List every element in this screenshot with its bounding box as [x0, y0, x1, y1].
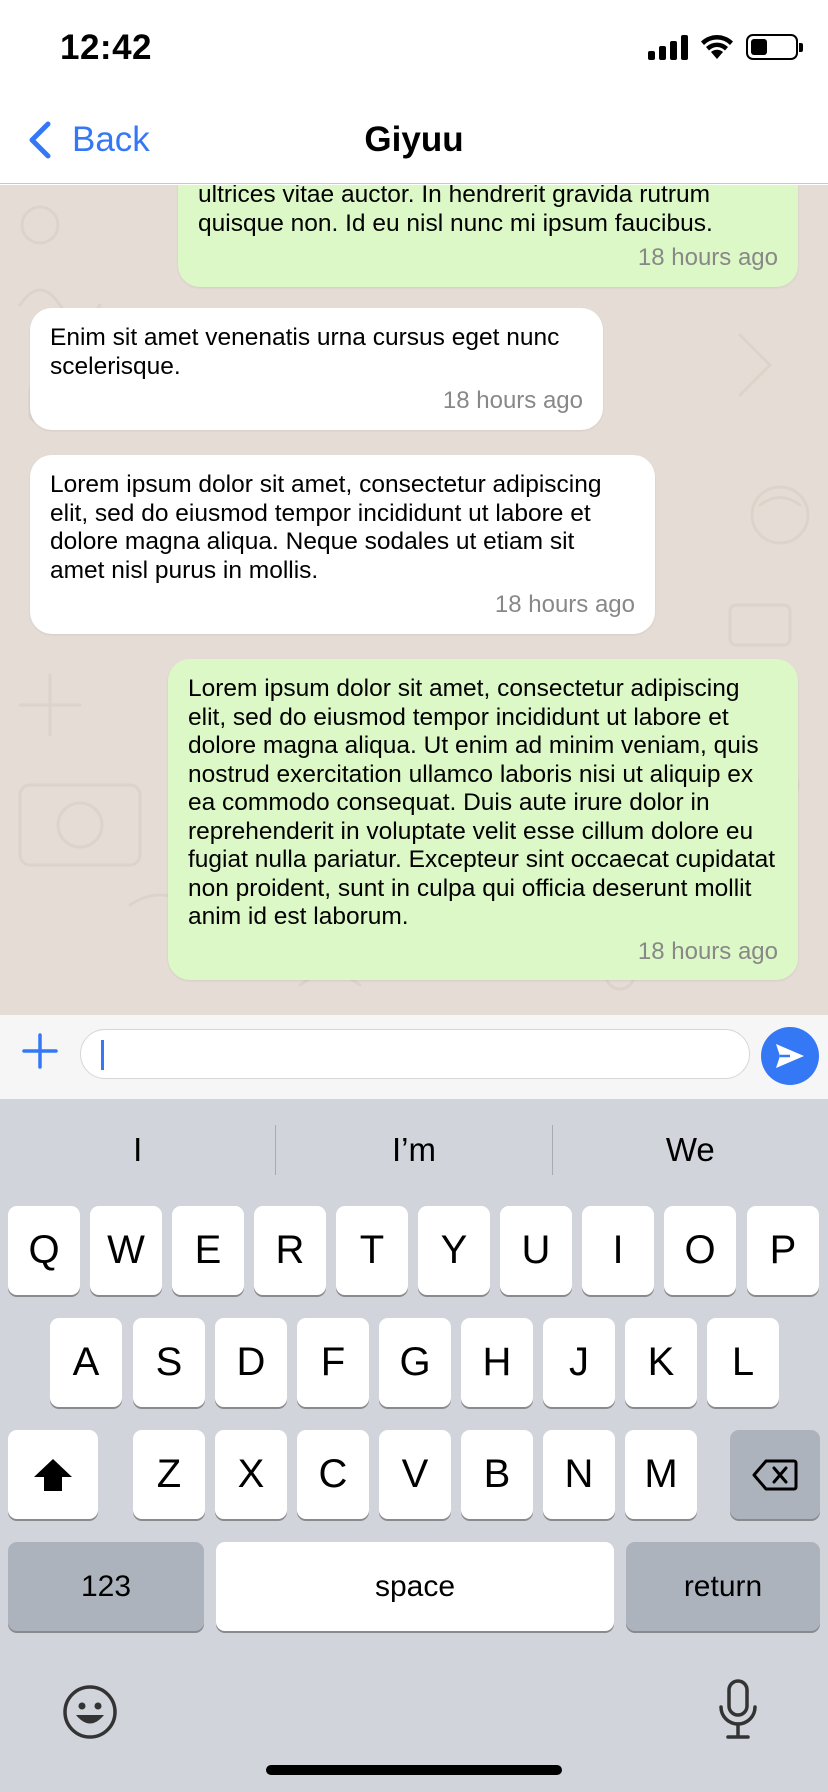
- shift-arrow-icon: [34, 1458, 72, 1491]
- message-text: Lorem ipsum dolor sit amet, consectetur …: [50, 471, 602, 584]
- message-timestamp: 18 hours ago: [637, 937, 778, 965]
- message-bubble-sent[interactable]: ultrices vitae auctor. In hendrerit grav…: [178, 185, 798, 287]
- key[interactable]: Q: [8, 1206, 80, 1295]
- key[interactable]: W: [90, 1206, 162, 1295]
- message-bubble-received[interactable]: Enim sit amet venenatis urna cursus eget…: [30, 308, 603, 430]
- message-composer: [0, 1015, 828, 1099]
- message-bubble-sent[interactable]: Lorem ipsum dolor sit amet, consectetur …: [168, 659, 798, 980]
- shift-key[interactable]: [8, 1430, 98, 1519]
- battery-icon: [746, 34, 803, 60]
- status-icons: [648, 34, 803, 60]
- key[interactable]: U: [500, 1206, 572, 1295]
- message-timestamp: 18 hours ago: [442, 387, 583, 414]
- delete-key[interactable]: [730, 1430, 820, 1519]
- suggestion-item[interactable]: We: [553, 1131, 828, 1169]
- key[interactable]: M: [625, 1430, 697, 1519]
- send-button[interactable]: [761, 1027, 819, 1085]
- key[interactable]: J: [543, 1318, 615, 1407]
- status-time: 12:42: [60, 28, 153, 67]
- message-input[interactable]: [80, 1029, 750, 1079]
- key[interactable]: Y: [418, 1206, 490, 1295]
- key[interactable]: R: [254, 1206, 326, 1295]
- message-text: Enim sit amet venenatis urna cursus eget…: [50, 324, 560, 380]
- add-attachment-button[interactable]: [20, 1029, 60, 1073]
- key[interactable]: C: [297, 1430, 369, 1519]
- key[interactable]: A: [50, 1318, 122, 1407]
- key[interactable]: K: [625, 1318, 697, 1407]
- message-timestamp: 18 hours ago: [637, 244, 778, 271]
- suggestion-item[interactable]: I: [0, 1131, 275, 1169]
- message-text: ultrices vitae auctor. In hendrerit grav…: [198, 185, 713, 237]
- send-icon: [776, 1044, 804, 1068]
- chat-title: Giyuu: [364, 120, 464, 159]
- message-text: Lorem ipsum dolor sit amet, consectetur …: [188, 675, 775, 930]
- navigation-bar: Back Giyuu: [0, 100, 828, 184]
- key[interactable]: I: [582, 1206, 654, 1295]
- key[interactable]: L: [707, 1318, 779, 1407]
- microphone-icon[interactable]: [716, 1679, 760, 1741]
- key[interactable]: P: [747, 1206, 819, 1295]
- cellular-signal-icon: [648, 34, 688, 60]
- key[interactable]: V: [379, 1430, 451, 1519]
- key[interactable]: O: [664, 1206, 736, 1295]
- key[interactable]: F: [297, 1318, 369, 1407]
- message-timestamp: 18 hours ago: [494, 591, 635, 618]
- emoji-icon[interactable]: [62, 1684, 118, 1740]
- return-key[interactable]: return: [626, 1542, 820, 1631]
- key[interactable]: X: [215, 1430, 287, 1519]
- on-screen-keyboard: I I’m We Q W E R T Y U I O P A S D F G H…: [0, 1099, 828, 1792]
- predictive-suggestions-bar: I I’m We: [0, 1099, 828, 1201]
- key[interactable]: N: [543, 1430, 615, 1519]
- wifi-icon: [701, 35, 733, 59]
- backspace-icon: [752, 1459, 798, 1490]
- key[interactable]: B: [461, 1430, 533, 1519]
- key[interactable]: T: [336, 1206, 408, 1295]
- suggestion-item[interactable]: I’m: [276, 1131, 551, 1169]
- chat-message-list[interactable]: ultrices vitae auctor. In hendrerit grav…: [0, 185, 828, 1015]
- text-cursor: [101, 1040, 104, 1070]
- key[interactable]: S: [133, 1318, 205, 1407]
- space-key[interactable]: space: [216, 1542, 614, 1631]
- message-bubble-received[interactable]: Lorem ipsum dolor sit amet, consectetur …: [30, 455, 655, 634]
- key[interactable]: Z: [133, 1430, 205, 1519]
- key[interactable]: D: [215, 1318, 287, 1407]
- key[interactable]: E: [172, 1206, 244, 1295]
- key[interactable]: H: [461, 1318, 533, 1407]
- key[interactable]: G: [379, 1318, 451, 1407]
- status-bar: 12:42: [0, 0, 828, 100]
- numbers-key[interactable]: 123: [8, 1542, 204, 1631]
- home-indicator: [266, 1765, 562, 1775]
